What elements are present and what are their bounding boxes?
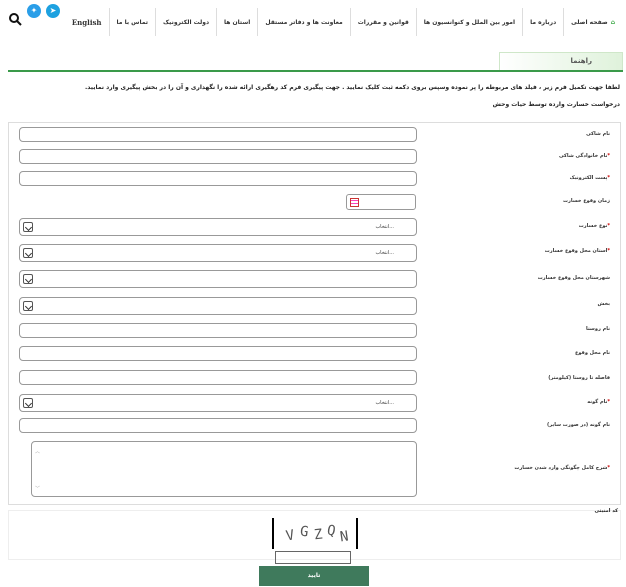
captcha-label: کد امنیتی [594, 508, 618, 514]
calendar-icon[interactable] [350, 198, 359, 207]
label-distance: فاصله تا روستا (کیلومتر) [548, 375, 610, 381]
nav-english[interactable]: English [65, 8, 109, 36]
name-input[interactable] [19, 127, 417, 142]
guide-tab: راهنما [499, 52, 623, 70]
province-value: انتخاب... [375, 250, 394, 256]
label-species-other: نام گونه (در صورت سایر) [546, 422, 610, 428]
nav-international[interactable]: امور بین الملل و کنوانسیون ها [415, 8, 522, 36]
village-input[interactable] [19, 323, 417, 338]
place-input[interactable] [19, 346, 417, 361]
city-select[interactable] [19, 270, 417, 288]
date-input[interactable] [346, 194, 416, 210]
form-subtitle: درخواست خسارت وارده توسط حیات وحش [492, 101, 620, 108]
label-date: زمان وقوع خسارت [562, 198, 610, 204]
chevron-down-icon [23, 248, 33, 258]
province-select[interactable]: انتخاب... [19, 244, 417, 262]
guide-divider [8, 70, 623, 72]
captcha-image: V G Z Q N [272, 518, 358, 549]
label-city: شهرستان محل وقوع خسارت [537, 275, 610, 281]
captcha-section: کد امنیتی V G Z Q N [8, 508, 621, 564]
telegram-icon[interactable]: ➤ [46, 4, 60, 18]
guide-section: راهنما [8, 50, 623, 72]
label-village: نام روستا [586, 326, 610, 332]
species-other-input[interactable] [19, 418, 417, 433]
label-province: *استان محل وقوع خسارت [544, 248, 610, 254]
scroll-up-icon[interactable]: ︿ [35, 448, 40, 455]
species-select[interactable]: انتخاب... [19, 394, 417, 412]
chevron-down-icon [23, 222, 33, 232]
top-bar: ✦ ➤ ⌂ صفحه اصلی درباره ما امور بین الملل … [0, 0, 626, 40]
nav-home[interactable]: ⌂ صفحه اصلی [563, 8, 622, 36]
captcha-input[interactable] [275, 551, 351, 564]
chevron-down-icon [23, 274, 33, 284]
damage-type-select[interactable]: انتخاب... [19, 218, 417, 236]
family-input[interactable] [19, 149, 417, 164]
label-damage-type: *نوع خسارت [578, 223, 610, 229]
nav-about[interactable]: درباره ما [522, 8, 563, 36]
scroll-down-icon[interactable]: ﹀ [35, 485, 40, 492]
form-instructions: لطفا جهت تکمیل فرم زیر ، فیلد های مربوطه… [85, 84, 620, 91]
main-nav: ⌂ صفحه اصلی درباره ما امور بین الملل و کن… [65, 8, 622, 36]
nav-deputies[interactable]: معاونت ها و دفاتر مستقل [257, 8, 349, 36]
email-input[interactable] [19, 171, 417, 186]
label-species: *نام گونه [587, 399, 610, 405]
species-value: انتخاب... [375, 400, 394, 406]
search-icon[interactable] [8, 12, 22, 26]
label-name: نام شاکی [586, 131, 610, 137]
label-family: *نام خانوادگی شاکی [558, 153, 610, 159]
damage-request-form: نام شاکی *نام خانوادگی شاکی *پست الکترون… [8, 122, 621, 505]
district-select[interactable] [19, 297, 417, 315]
distance-input[interactable] [19, 370, 417, 385]
submit-button[interactable]: تایید [259, 566, 369, 586]
nav-contact[interactable]: تماس با ما [108, 8, 155, 36]
label-description: *شرح کامل چگونگی وارد شدن خسارت [514, 465, 610, 471]
description-textarea[interactable]: ︿ ﹀ [31, 441, 417, 497]
label-email: *پست الکترونیک [569, 175, 610, 181]
twitter-icon[interactable]: ✦ [27, 4, 41, 18]
chevron-down-icon [23, 398, 33, 408]
label-place: نام محل وقوع [575, 350, 610, 356]
damage-type-value: انتخاب... [375, 224, 394, 230]
home-icon: ⌂ [610, 18, 615, 26]
label-district: بخش [597, 301, 610, 307]
nav-provinces[interactable]: استان ها [216, 8, 257, 36]
nav-laws[interactable]: قوانین و مقررات [349, 8, 416, 36]
chevron-down-icon [23, 301, 33, 311]
nav-egov[interactable]: دولت الکترونیک [154, 8, 216, 36]
nav-home-label: صفحه اصلی [571, 18, 608, 26]
